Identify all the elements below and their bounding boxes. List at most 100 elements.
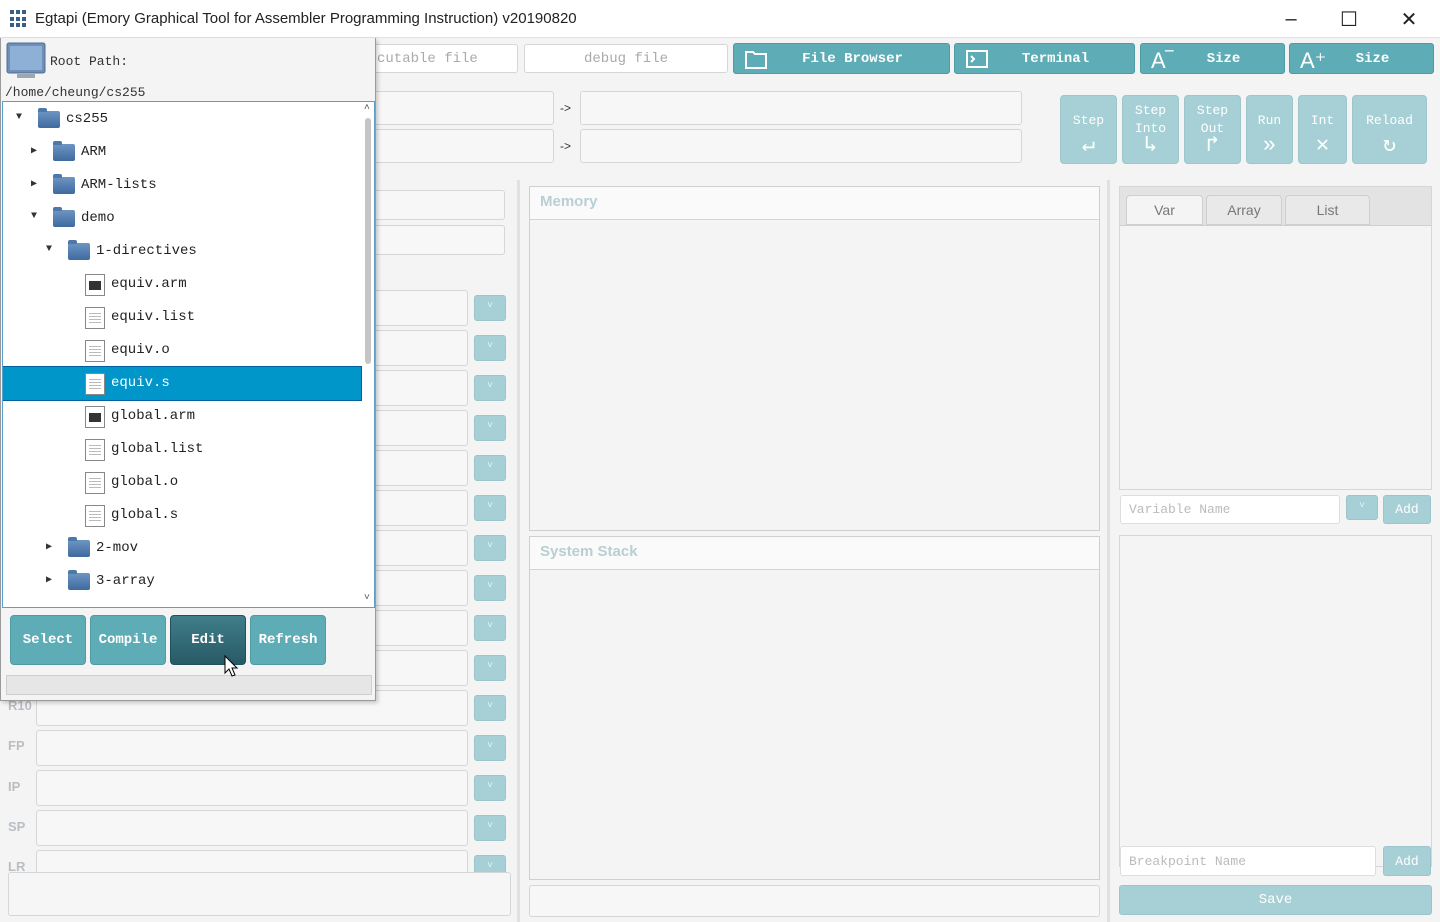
register-label: FP xyxy=(8,738,25,753)
register-field[interactable] xyxy=(370,450,468,486)
tree-file-equiv.o[interactable]: equiv.o xyxy=(3,334,361,367)
register-field[interactable] xyxy=(370,290,468,326)
tree-item-label: equiv.arm xyxy=(111,276,187,292)
executable-file-icon xyxy=(85,274,105,296)
arrow-label: -> xyxy=(560,139,572,153)
compile-button[interactable]: Compile xyxy=(90,615,166,665)
tree-file-global.arm[interactable]: global.arm xyxy=(3,400,361,433)
tree-folder-1-directives[interactable]: ▼ 1-directives xyxy=(3,235,361,268)
register-format-button[interactable] xyxy=(474,455,506,481)
breakpoint-name-input[interactable]: Breakpoint Name xyxy=(1120,846,1376,876)
size-decrease-button[interactable]: A‾ Size xyxy=(1140,43,1285,74)
maximize-icon[interactable]: ☐ xyxy=(1320,0,1378,38)
register-format-button[interactable] xyxy=(474,815,506,841)
tree-item-label: ARM-lists xyxy=(81,177,157,193)
register-format-button[interactable] xyxy=(474,415,506,441)
scroll-thumb[interactable] xyxy=(365,118,371,364)
collapse-arrow-icon[interactable]: ▼ xyxy=(31,211,37,222)
memory-content[interactable] xyxy=(530,219,1099,530)
variable-type-dropdown[interactable] xyxy=(1346,495,1378,520)
step-into-button[interactable]: Step Into ↳ xyxy=(1122,95,1179,164)
file-tree[interactable]: ▼ cs255 ▶ ARM ▶ ARM-lists ▼ demo ▼ 1-directives eq… xyxy=(2,101,375,608)
tree-folder-3-array[interactable]: ▶ 3-array xyxy=(3,565,361,598)
register-format-button[interactable] xyxy=(474,695,506,721)
tree-file-equiv.list[interactable]: equiv.list xyxy=(3,301,361,334)
expand-arrow-icon[interactable]: ▶ xyxy=(31,178,37,190)
register-format-button[interactable] xyxy=(474,535,506,561)
tab-list[interactable]: List xyxy=(1285,195,1370,225)
pc-field[interactable] xyxy=(360,190,505,220)
add-variable-button[interactable]: Add xyxy=(1383,495,1431,524)
tree-file-global.o[interactable]: global.o xyxy=(3,466,361,499)
save-button[interactable]: Save xyxy=(1119,885,1432,915)
register-field[interactable] xyxy=(36,770,468,806)
root-path-value: /home/cheung/cs255 xyxy=(5,85,146,100)
tree-folder-2-mov[interactable]: ▶ 2-mov xyxy=(3,532,361,565)
memory-title: Memory xyxy=(540,193,598,210)
expand-arrow-icon[interactable]: ▶ xyxy=(46,541,52,553)
tab-array[interactable]: Array xyxy=(1206,195,1282,225)
register-field[interactable] xyxy=(370,610,468,646)
collapse-arrow-icon[interactable]: ▼ xyxy=(16,112,22,123)
system-stack-content[interactable] xyxy=(530,569,1099,879)
executable-file-field[interactable]: cutable file xyxy=(360,44,518,73)
debug-file-field[interactable]: debug file xyxy=(524,44,728,73)
size-increase-button[interactable]: A⁺ Size xyxy=(1289,43,1434,74)
terminal-button[interactable]: Terminal xyxy=(954,43,1135,74)
tree-scrollbar[interactable]: ˄ ˅ xyxy=(363,102,374,606)
variable-name-input[interactable]: Variable Name xyxy=(1120,495,1340,524)
step-button[interactable]: Step ↵ xyxy=(1060,95,1117,164)
add-breakpoint-button[interactable]: Add xyxy=(1383,846,1431,876)
register-format-button[interactable] xyxy=(474,375,506,401)
scroll-down-icon[interactable]: ˅ xyxy=(364,592,370,603)
register-field[interactable] xyxy=(370,370,468,406)
tree-file-equiv.arm[interactable]: equiv.arm xyxy=(3,268,361,301)
close-icon[interactable]: ✕ xyxy=(1380,0,1438,38)
collapse-arrow-icon[interactable]: ▼ xyxy=(46,244,52,255)
register-field[interactable] xyxy=(36,810,468,846)
cpsr-field[interactable] xyxy=(360,225,505,255)
console-field[interactable] xyxy=(8,872,511,916)
expand-arrow-icon[interactable]: ▶ xyxy=(46,574,52,586)
tree-file-equiv.s[interactable]: equiv.s xyxy=(3,366,362,401)
tree-file-global.list[interactable]: global.list xyxy=(3,433,361,466)
input-field-2[interactable] xyxy=(360,129,554,163)
register-format-button[interactable] xyxy=(474,655,506,681)
register-field[interactable] xyxy=(370,410,468,446)
register-format-button[interactable] xyxy=(474,495,506,521)
interrupt-button[interactable]: Int ✕ xyxy=(1298,95,1347,164)
tab-var[interactable]: Var xyxy=(1126,195,1203,225)
register-field[interactable] xyxy=(370,490,468,526)
register-format-button[interactable] xyxy=(474,295,506,321)
tree-file-global.s[interactable]: global.s xyxy=(3,499,361,532)
expand-arrow-icon[interactable]: ▶ xyxy=(31,145,37,157)
tree-folder-cs255[interactable]: ▼ cs255 xyxy=(3,103,361,136)
tree-folder-ARM[interactable]: ▶ ARM xyxy=(3,136,361,169)
reload-button[interactable]: Reload ↻ xyxy=(1352,95,1427,164)
register-field[interactable] xyxy=(370,650,468,686)
file-browser-status-bar xyxy=(6,675,372,695)
refresh-button[interactable]: Refresh xyxy=(250,615,326,665)
tree-folder-demo[interactable]: ▼ demo xyxy=(3,202,361,235)
tree-folder-ARM-lists[interactable]: ▶ ARM-lists xyxy=(3,169,361,202)
step-out-button[interactable]: Step Out ↱ xyxy=(1184,95,1241,164)
register-format-button[interactable] xyxy=(474,335,506,361)
breakpoint-list[interactable] xyxy=(1119,535,1432,867)
register-field[interactable] xyxy=(370,530,468,566)
register-field[interactable] xyxy=(370,330,468,366)
select-button[interactable]: Select xyxy=(10,615,86,665)
register-format-button[interactable] xyxy=(474,735,506,761)
output-field-1[interactable] xyxy=(580,91,1022,125)
minimize-icon[interactable]: – xyxy=(1262,0,1320,38)
register-format-button[interactable] xyxy=(474,775,506,801)
register-format-button[interactable] xyxy=(474,615,506,641)
input-field-1[interactable] xyxy=(360,91,554,125)
scroll-up-icon[interactable]: ˄ xyxy=(364,102,370,113)
run-button[interactable]: Run » xyxy=(1246,95,1293,164)
register-field[interactable] xyxy=(370,570,468,606)
register-format-button[interactable] xyxy=(474,575,506,601)
register-field[interactable] xyxy=(36,730,468,766)
output-field-2[interactable] xyxy=(580,129,1022,163)
file-browser-button[interactable]: File Browser xyxy=(733,43,950,74)
tree-item-label: global.s xyxy=(111,507,179,523)
